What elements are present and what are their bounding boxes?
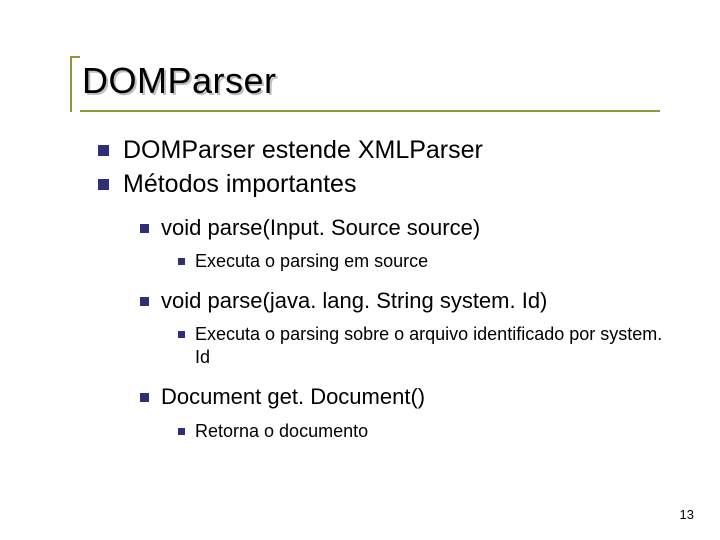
method-description: Retorna o documento [195, 420, 368, 443]
list-item: void parse(Input. Source source) Executa… [140, 214, 670, 273]
list-item: Executa o parsing sobre o arquivo identi… [178, 323, 670, 369]
method-signature: void parse(Input. Source source) [161, 214, 480, 242]
slide-title-block: DOMParser DOMParser [82, 60, 680, 102]
title-underline [80, 110, 660, 112]
method-signature: void parse(java. lang. String system. Id… [161, 287, 547, 315]
square-bullet-icon [98, 179, 109, 190]
list-item: Document get. Document() Retorna o docum… [140, 383, 670, 442]
page-number: 13 [680, 507, 694, 522]
title-accent-corner [70, 56, 80, 112]
square-bullet-icon [178, 258, 185, 265]
method-description: Executa o parsing em source [195, 250, 428, 273]
square-bullet-icon [140, 393, 149, 402]
list-item: Métodos importantes void parse(Input. So… [98, 168, 670, 443]
list-item: Retorna o documento [178, 420, 670, 443]
slide-content: DOMParser estende XMLParser Métodos impo… [98, 134, 670, 457]
bullet-text: Métodos importantes [123, 168, 356, 200]
square-bullet-icon [98, 145, 109, 156]
list-item: void parse(java. lang. String system. Id… [140, 287, 670, 369]
list-item: Executa o parsing em source [178, 250, 670, 273]
square-bullet-icon [140, 224, 149, 233]
bullet-text: DOMParser estende XMLParser [123, 134, 483, 166]
slide-title: DOMParser [82, 60, 680, 102]
method-signature: Document get. Document() [161, 383, 425, 411]
square-bullet-icon [178, 331, 185, 338]
method-description: Executa o parsing sobre o arquivo identi… [195, 323, 670, 369]
square-bullet-icon [140, 297, 149, 306]
square-bullet-icon [178, 428, 185, 435]
list-item: DOMParser estende XMLParser [98, 134, 670, 166]
